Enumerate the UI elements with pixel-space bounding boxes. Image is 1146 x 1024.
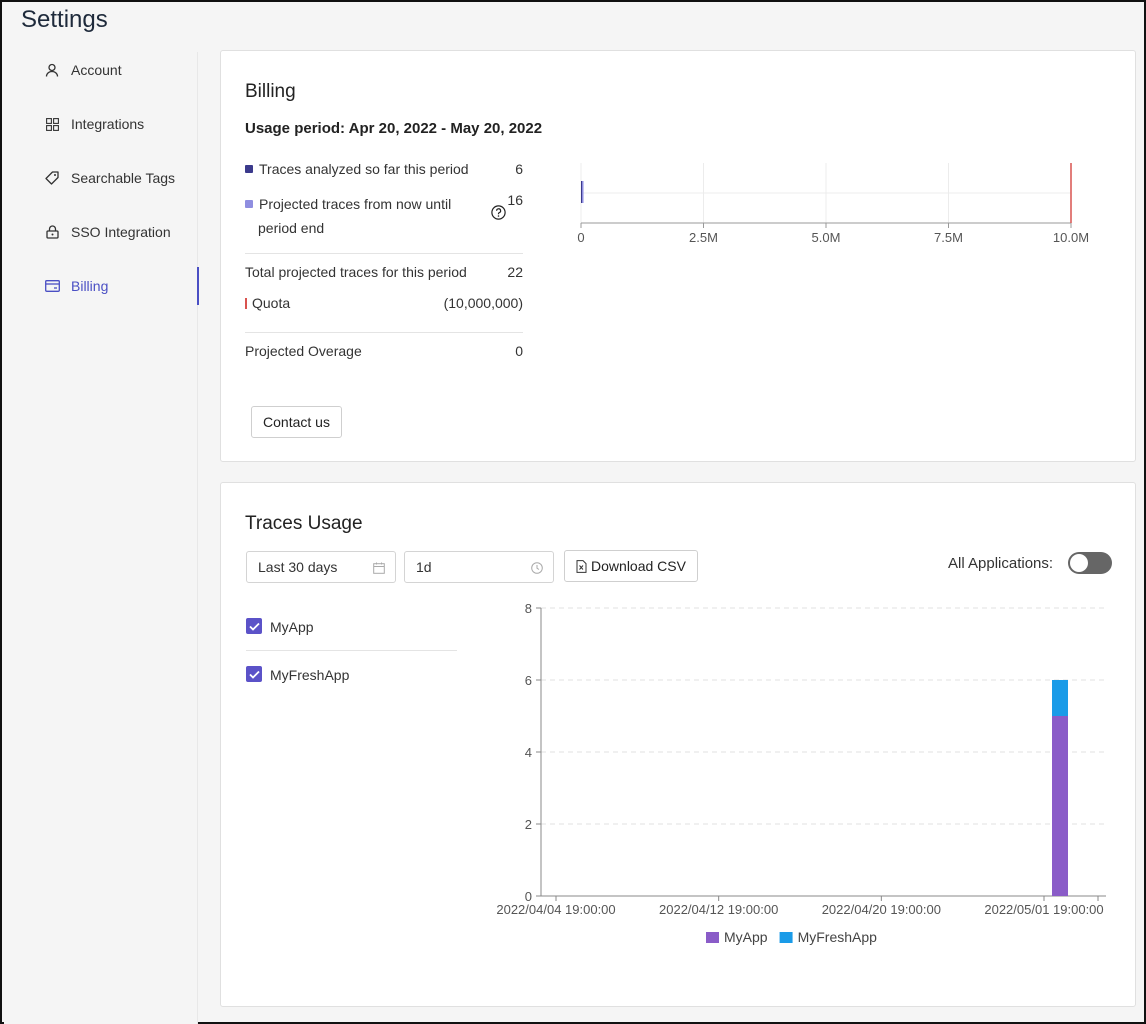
quota-value: (10,000,000)	[443, 295, 523, 311]
credit-card-icon	[44, 278, 60, 294]
usage-bar-chart: 0 2.5M 5.0M 7.5M 10.0M	[577, 163, 1089, 245]
contact-us-button[interactable]: Contact us	[251, 406, 342, 438]
projected-label-line1: Projected traces from now until	[259, 196, 452, 212]
quota-swatch	[245, 298, 247, 309]
sidebar-item-sso-integration[interactable]: SSO Integration	[4, 213, 198, 251]
projected-swatch	[245, 200, 253, 208]
y-tick-label: 2	[525, 817, 532, 832]
sidebar-item-label: Account	[71, 62, 122, 78]
projected-value: 16	[507, 192, 523, 208]
analyzed-value: 6	[515, 161, 523, 177]
sidebar-item-account[interactable]: Account	[4, 51, 198, 89]
calendar-icon	[373, 561, 385, 577]
file-icon	[576, 559, 587, 573]
x-tick-label: 10.0M	[1053, 230, 1089, 245]
traces-usage-card: Traces Usage Last 30 days 1d Download CS…	[220, 482, 1136, 1007]
billing-title: Billing	[245, 81, 296, 102]
all-applications-label: All Applications:	[948, 555, 1054, 572]
page-title: Settings	[21, 6, 108, 33]
x-tick-label: 5.0M	[812, 230, 841, 245]
user-icon	[44, 62, 60, 78]
date-range-picker[interactable]: Last 30 days	[246, 551, 396, 583]
traces-usage-chart: 024682022/04/04 19:00:00 2022/04/12 19:00…	[496, 601, 1106, 945]
toggle-knob	[1070, 554, 1088, 572]
divider	[246, 650, 457, 651]
lock-icon	[44, 224, 60, 240]
check-icon	[248, 622, 260, 631]
interval-picker[interactable]: 1d	[404, 551, 554, 583]
all-applications-toggle[interactable]	[1068, 552, 1112, 574]
x-tick-label: 2.5M	[689, 230, 718, 245]
legend-swatch	[706, 932, 719, 943]
x-tick-label: 2022/04/12 19:00:00	[659, 902, 778, 917]
x-tick-label: 2022/04/20 19:00:00	[822, 902, 941, 917]
traces-usage-title: Traces Usage	[245, 513, 363, 534]
bar-myapp	[1052, 716, 1068, 896]
sidebar-item-label: Billing	[71, 278, 109, 294]
sidebar: Account Integrations Searchable Tags SSO…	[4, 51, 199, 1024]
download-csv-button[interactable]: Download CSV	[564, 550, 698, 582]
help-icon[interactable]	[491, 205, 506, 225]
overage-label: Projected Overage	[245, 343, 362, 359]
sidebar-item-label: Integrations	[71, 116, 145, 132]
quota-label: Quota	[252, 295, 291, 311]
x-tick-label: 2022/05/01 19:00:00	[984, 902, 1103, 917]
myapp-label: MyApp	[270, 619, 314, 635]
y-tick-label: 8	[525, 601, 532, 616]
download-csv-label: Download CSV	[591, 558, 686, 574]
legend-swatch	[779, 932, 793, 943]
sidebar-item-label: SSO Integration	[71, 224, 171, 240]
usage-period: Usage period: Apr 20, 2022 - May 20, 202…	[245, 120, 543, 137]
y-tick-label: 4	[525, 745, 532, 760]
divider	[245, 332, 523, 333]
x-tick-label: 0	[577, 230, 584, 245]
interval-value: 1d	[416, 559, 432, 575]
myapp-checkbox[interactable]	[246, 618, 262, 634]
quota-row: Quota	[245, 295, 290, 311]
tag-icon	[44, 170, 60, 186]
y-tick-label: 6	[525, 673, 532, 688]
sidebar-item-label: Searchable Tags	[71, 170, 176, 186]
analyzed-swatch	[245, 165, 253, 173]
total-value: 22	[507, 264, 523, 280]
legend-label: MyFreshApp	[798, 929, 878, 945]
analyzed-row: Traces analyzed so far this period	[245, 161, 469, 177]
window-frame: Settings Account Integrations Searchable…	[0, 0, 1146, 1024]
clock-icon	[531, 561, 543, 577]
bar-myfreshapp	[1052, 680, 1068, 716]
analyzed-label: Traces analyzed so far this period	[259, 161, 469, 177]
projected-row: Projected traces from now until period e…	[245, 192, 451, 240]
x-tick-label: 7.5M	[934, 230, 963, 245]
check-icon	[248, 670, 260, 679]
x-tick-label: 2022/04/04 19:00:00	[496, 902, 615, 917]
projected-label-line2: period end	[258, 220, 325, 236]
date-range-value: Last 30 days	[258, 559, 338, 575]
grid-icon	[44, 116, 60, 132]
billing-card: Billing Usage period: Apr 20, 2022 - May…	[220, 50, 1136, 462]
myfreshapp-checkbox[interactable]	[246, 666, 262, 682]
sidebar-item-integrations[interactable]: Integrations	[4, 105, 198, 143]
total-label: Total projected traces for this period	[245, 264, 467, 280]
sidebar-item-billing[interactable]: Billing	[4, 267, 199, 305]
sidebar-item-searchable-tags[interactable]: Searchable Tags	[4, 159, 198, 197]
projected-bar	[582, 181, 584, 203]
myfreshapp-label: MyFreshApp	[270, 667, 350, 683]
overage-value: 0	[515, 343, 523, 359]
legend-label: MyApp	[724, 929, 768, 945]
divider	[245, 253, 523, 254]
